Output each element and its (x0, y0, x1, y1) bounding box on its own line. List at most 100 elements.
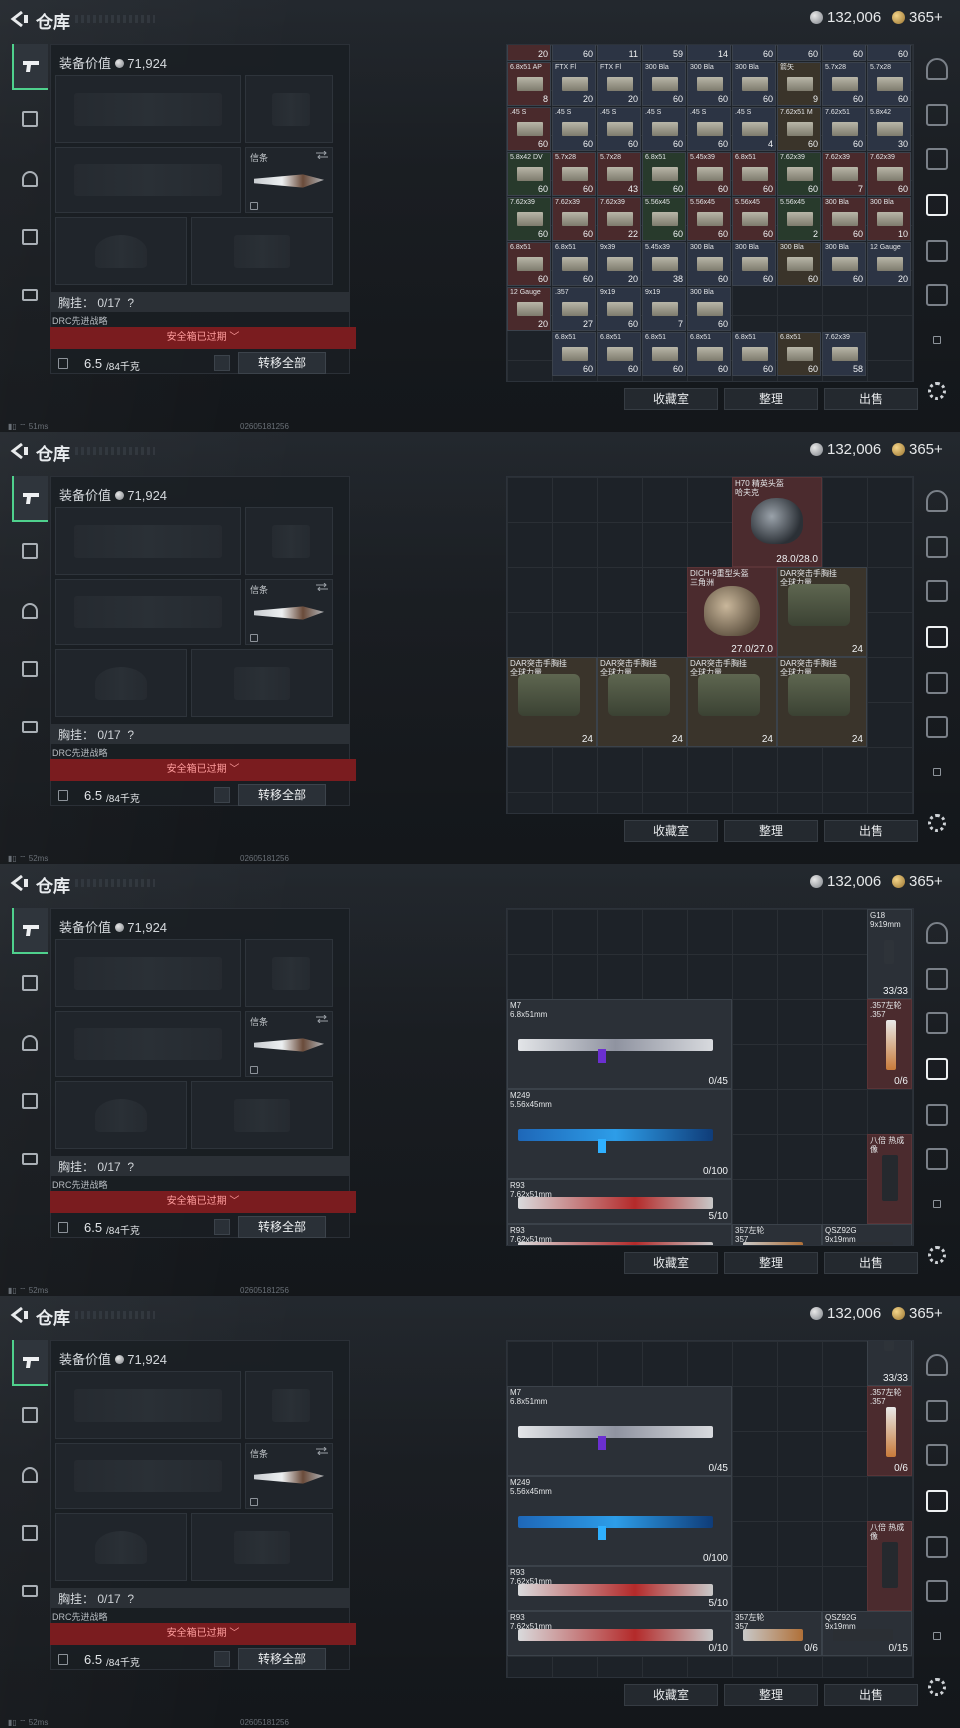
chest-rig-bar[interactable]: 胸挂： 0/17 ? (50, 1156, 350, 1176)
transfer-all-button[interactable]: 转移全部 (238, 1648, 326, 1670)
helmet-slot[interactable] (55, 649, 187, 717)
h70-helmet-item[interactable]: H70 精英头盔 哈夫克 28.0/28.0 (732, 477, 822, 567)
storage-grid[interactable]: G189x19mm33/33M76.8x51mm0/45.357左轮.3570/… (506, 908, 914, 1246)
ammo-cell[interactable]: 5.8x42 30 (867, 107, 911, 151)
ammo-cell[interactable]: 300 Bla 60 (732, 62, 776, 106)
ammo-cell[interactable]: 300 Bla 60 (687, 287, 731, 331)
tab-helmet[interactable] (12, 1020, 48, 1066)
ammo-cell[interactable]: 59 (642, 45, 686, 61)
swap-icon[interactable] (316, 151, 328, 159)
tab-weapons[interactable] (12, 1340, 48, 1386)
ammo-cell[interactable]: 5.7x28 43 (597, 152, 641, 196)
back-arrow-icon[interactable] (8, 873, 30, 893)
sidearm-slot[interactable] (245, 507, 333, 575)
transfer-all-button[interactable]: 转移全部 (238, 1216, 326, 1238)
weapon-r93b[interactable]: R937.62x51mm0/10 (507, 1611, 732, 1656)
chest-rig-bar[interactable]: 胸挂： 0/17 ? (50, 1588, 350, 1608)
tab-case[interactable] (12, 704, 48, 750)
sell-button[interactable]: 出售 (824, 820, 918, 842)
tab-backpack[interactable] (12, 214, 48, 260)
help-icon[interactable]: ? (127, 1160, 134, 1174)
weapon-m7[interactable]: M7 6.8x51mm 0/45 (507, 999, 732, 1089)
collection-button[interactable]: 收藏室 (624, 820, 718, 842)
ammo-cell[interactable]: 6.8x51 60 (642, 332, 686, 376)
storage-grid[interactable]: 20 60 11 59 14 60 60 60 60 6.8x51 AP 8 FTX Fl 20 FTX … (506, 44, 914, 382)
gold-currency[interactable]: 365+ (892, 9, 943, 26)
ammo-cell[interactable]: 5.56x45 60 (642, 197, 686, 241)
ammo-cell[interactable]: 7.62x39 7 (822, 152, 866, 196)
storage-grid[interactable]: G189x19mm33/33M76.8x51mm0/45.357左轮.3570/… (506, 1340, 914, 1678)
secondary-weapon-slot[interactable] (55, 579, 241, 645)
sell-button[interactable]: 出售 (824, 1252, 918, 1274)
ammo-cell[interactable]: 5.7x28 60 (552, 152, 596, 196)
storage-tab-1-icon[interactable] (926, 968, 948, 990)
storage-home-icon[interactable] (926, 922, 948, 944)
helmet-slot[interactable] (55, 1081, 187, 1149)
ammo-cell[interactable]: 6.8x51 AP 8 (507, 62, 551, 106)
help-icon[interactable]: ? (127, 1592, 134, 1606)
dich-helmet-item[interactable]: DICH-9重型头盔 三角洲 27.0/27.0 (687, 567, 777, 657)
ammo-cell[interactable]: .357 27 (552, 287, 596, 331)
ammo-cell[interactable]: 300 Bla 60 (642, 62, 686, 106)
ammo-cell[interactable]: 5.56x45 60 (687, 197, 731, 241)
ammo-cell[interactable]: .45 S 60 (642, 107, 686, 151)
ammo-cell[interactable]: 14 (687, 45, 731, 61)
safe-box-expired-banner[interactable]: 安全箱已过期 ﹀ (50, 1191, 356, 1213)
dar-chest-rig-item[interactable]: DAR突击手胸挂 全球力量 24 (597, 657, 687, 747)
tab-weapons[interactable] (12, 908, 48, 954)
ammo-cell[interactable]: .45 S 60 (552, 107, 596, 151)
ammo-cell[interactable]: 300 Bla 60 (687, 242, 731, 286)
ammo-cell[interactable]: 9x19 7 (642, 287, 686, 331)
knife-item[interactable] (254, 1470, 324, 1484)
ammo-cell[interactable]: 6.8x51 60 (597, 332, 641, 376)
tab-backpack[interactable] (12, 1510, 48, 1556)
storage-tab-5-icon[interactable] (926, 716, 948, 738)
collection-button[interactable]: 收藏室 (624, 1252, 718, 1274)
ammo-cell[interactable]: 300 Bla 60 (777, 242, 821, 286)
safe-box-expired-banner[interactable]: 安全箱已过期 ﹀ (50, 759, 356, 781)
weapon-r93a[interactable]: R93 7.62x51mm 5/10 (507, 1566, 732, 1611)
settings-gear-icon[interactable] (928, 814, 946, 832)
ammo-cell[interactable]: 6.8x51 60 (642, 152, 686, 196)
gold-currency[interactable]: 365+ (892, 873, 943, 890)
ammo-cell[interactable]: 300 Bla 60 (687, 62, 731, 106)
secondary-weapon-slot[interactable] (55, 1443, 241, 1509)
back-arrow-icon[interactable] (8, 441, 30, 461)
dar-chest-rig-item[interactable]: DAR突击手胸挂 全球力量 24 (507, 657, 597, 747)
tab-helmet[interactable] (12, 1452, 48, 1498)
ammo-cell[interactable]: 6.8x51 60 (552, 242, 596, 286)
swap-icon[interactable] (316, 1447, 328, 1455)
ammo-cell[interactable]: 箭矢 9 (777, 62, 821, 106)
ammo-cell[interactable]: 6.8x51 60 (732, 152, 776, 196)
armor-slot[interactable] (191, 649, 333, 717)
armor-slot[interactable] (191, 1081, 333, 1149)
collection-button[interactable]: 收藏室 (624, 388, 718, 410)
swap-icon[interactable] (316, 1015, 328, 1023)
weapon-r93b[interactable]: R937.62x51mm0/10 (507, 1224, 732, 1245)
ammo-cell[interactable]: 7.62x51 M 60 (777, 107, 821, 151)
tab-case[interactable] (12, 1136, 48, 1182)
ammo-cell[interactable]: 300 Bla 60 (822, 242, 866, 286)
ammo-cell[interactable]: 300 Bla 10 (867, 197, 911, 241)
ammo-cell[interactable]: 6.8x51 60 (507, 242, 551, 286)
weapon-m7[interactable]: M7 6.8x51mm 0/45 (507, 1386, 732, 1476)
armor-slot[interactable] (191, 1513, 333, 1581)
swap-icon[interactable] (316, 583, 328, 591)
ammo-cell[interactable]: 300 Bla 60 (732, 242, 776, 286)
storage-tab-3-icon[interactable] (926, 1490, 948, 1512)
ammo-cell[interactable]: 60 (732, 45, 776, 61)
weapon-r357b[interactable]: 357左轮3570/6 (732, 1224, 822, 1245)
organize-button[interactable]: 整理 (724, 388, 818, 410)
melee-slot[interactable]: 信条 (245, 147, 333, 213)
ammo-cell[interactable]: 12 Gauge 20 (507, 287, 551, 331)
sidearm-slot[interactable] (245, 939, 333, 1007)
knife-item[interactable] (254, 606, 324, 620)
ammo-cell[interactable]: 5.8x42 DV 60 (507, 152, 551, 196)
chest-rig-bar[interactable]: 胸挂： 0/17 ? (50, 292, 350, 312)
tab-weapons[interactable] (12, 476, 48, 522)
storage-tab-1-icon[interactable] (926, 536, 948, 558)
ammo-cell[interactable]: 5.7x28 60 (822, 62, 866, 106)
tab-helmet[interactable] (12, 588, 48, 634)
gold-currency[interactable]: 365+ (892, 1305, 943, 1322)
knife-item[interactable] (254, 1038, 324, 1052)
